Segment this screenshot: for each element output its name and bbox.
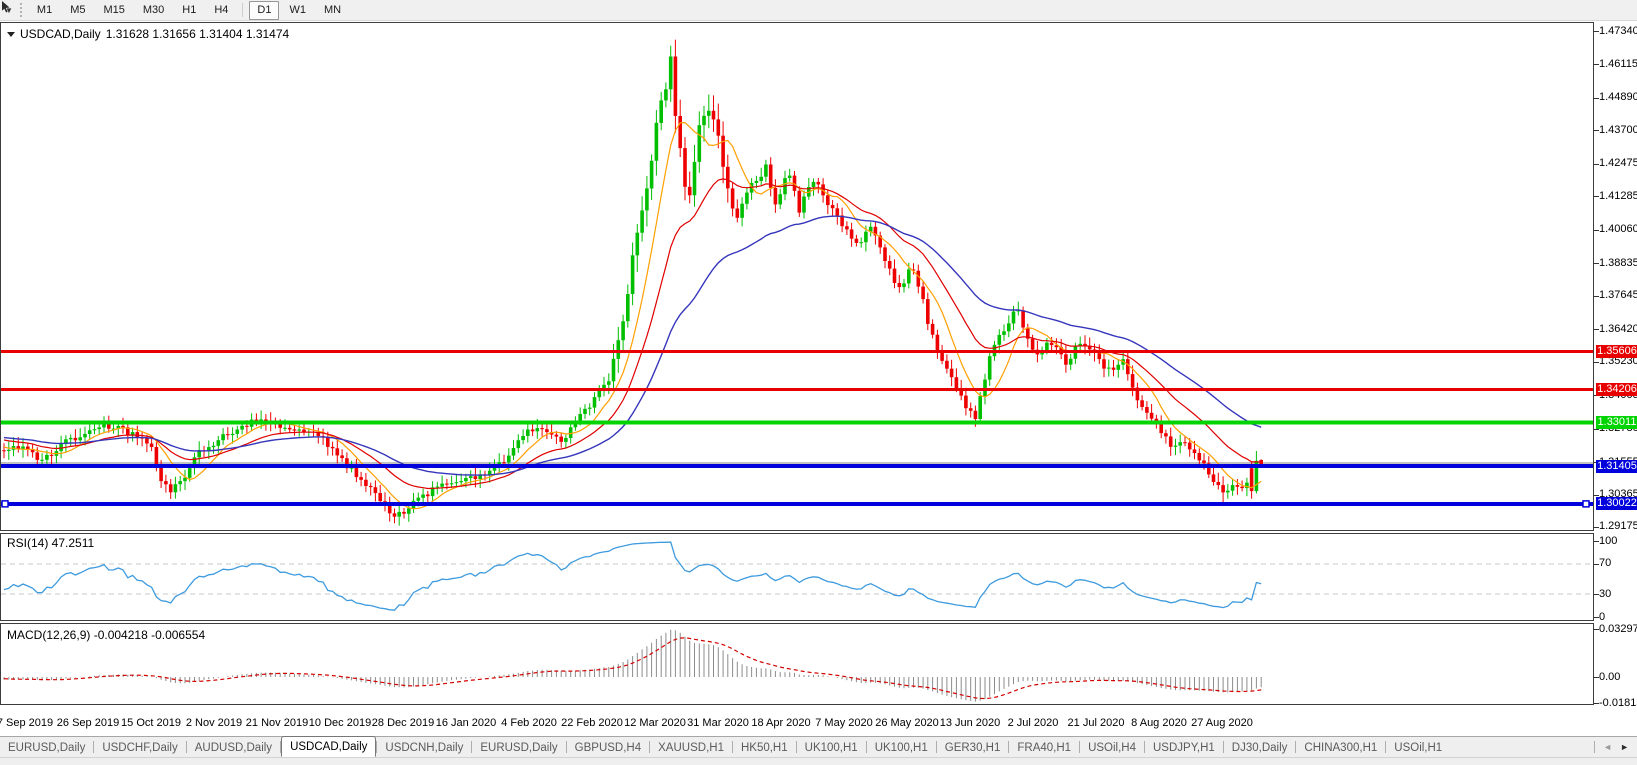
chart-tab-EURUSD-Daily[interactable]: EURUSD,Daily [472, 739, 565, 757]
chart-tab-USDCNH-Daily[interactable]: USDCNH,Daily [377, 739, 471, 757]
date-axis-label: 27 Aug 2020 [1191, 717, 1253, 729]
chart-tab-EURUSD-Daily[interactable]: EURUSD,Daily [0, 739, 93, 757]
mt4-chart-window: ▼ M1 M5 M15 M30 H1 H4 D1 W1 MN USDCAD,Daily 1.31… [0, 0, 1637, 765]
macd-axis-label: -0.018154 [1599, 696, 1637, 709]
chart-tab-GBPUSD-H4[interactable]: GBPUSD,H4 [567, 739, 649, 757]
date-axis-label: 2 Jul 2020 [1007, 717, 1059, 729]
rsi-axis-label: 30 [1599, 587, 1612, 600]
price-axis-label: 1.38835 [1599, 256, 1637, 269]
date-axis-label: 8 Aug 2020 [1131, 717, 1187, 729]
hline-price-label: 1.31405 [1596, 459, 1637, 473]
date-axis-label: 13 Jun 2020 [939, 717, 1001, 729]
date-axis-label: 10 Dec 2019 [308, 717, 372, 729]
chart-tab-DJ30-Daily[interactable]: DJ30,Daily [1224, 739, 1296, 757]
hline-price-label: 1.35606 [1596, 344, 1637, 358]
chart-tab-UK100-H1[interactable]: UK100,H1 [867, 739, 936, 757]
price-axis-label: 1.40060 [1599, 223, 1637, 236]
rsi-axis-label: 70 [1599, 557, 1612, 570]
rsi-indicator-label: RSI(14) 47.2511 [7, 536, 95, 550]
date-axis-label: 15 Oct 2019 [121, 717, 181, 729]
date-axis-label: 7 May 2020 [815, 717, 873, 729]
chart-symbol-label: USDCAD,Daily [20, 27, 101, 41]
date-axis-label: 21 Nov 2019 [245, 717, 309, 729]
date-axis-label: 16 Jan 2020 [435, 717, 497, 729]
chart-canvas[interactable] [0, 0, 1637, 736]
chart-tab-HK50-H1[interactable]: HK50,H1 [733, 739, 796, 757]
date-axis-label: 4 Feb 2020 [501, 717, 557, 729]
rsi-axis-label: 0 [1599, 610, 1606, 623]
date-axis-label: 28 Dec 2019 [371, 717, 435, 729]
chart-tab-USOil-H4[interactable]: USOil,H4 [1080, 739, 1144, 757]
price-axis-label: 1.29175 [1599, 520, 1637, 533]
price-axis-label: 1.43700 [1599, 123, 1637, 136]
price-axis-label: 1.47340 [1599, 24, 1637, 37]
date-axis-label: 12 Mar 2020 [624, 717, 686, 729]
chart-ohlc-values: 1.31628 1.31656 1.31404 1.31474 [105, 27, 290, 41]
chart-tab-GER30-H1[interactable]: GER30,H1 [937, 739, 1009, 757]
symbol-dropdown-icon[interactable] [7, 31, 15, 37]
chart-tab-USDCHF-Daily[interactable]: USDCHF,Daily [94, 739, 185, 757]
chart-tab-CHINA300-H1[interactable]: CHINA300,H1 [1296, 739, 1385, 757]
macd-axis-label: 0.00 [1599, 670, 1621, 683]
date-axis-label: 7 Sep 2019 [0, 717, 54, 729]
price-axis-label: 1.44890 [1599, 91, 1637, 104]
price-axis-label: 1.46115 [1599, 57, 1637, 70]
macd-indicator-label: MACD(12,26,9) -0.004218 -0.006554 [7, 628, 206, 642]
tab-scroll-right-icon[interactable]: ► [1620, 742, 1629, 752]
tab-separator [1594, 741, 1596, 753]
date-axis-label: 22 Feb 2020 [561, 717, 623, 729]
price-axis-label: 1.42475 [1599, 157, 1637, 170]
chart-tab-USDCAD-Daily[interactable]: USDCAD,Daily [281, 736, 377, 757]
date-axis-label: 31 Mar 2020 [687, 717, 749, 729]
date-axis-label: 26 Sep 2019 [56, 717, 120, 729]
date-axis-label: 18 Apr 2020 [751, 717, 811, 729]
price-axis-label: 1.41285 [1599, 189, 1637, 202]
chart-tab-bar: EURUSD,Daily USDCHF,Daily AUDUSD,Daily USDC… [0, 736, 1637, 757]
chart-tab-FRA40-H1[interactable]: FRA40,H1 [1009, 739, 1079, 757]
date-axis-label: 2 Nov 2019 [185, 717, 243, 729]
date-axis-label: 26 May 2020 [875, 717, 939, 729]
chart-tab-USOil-H1[interactable]: USOil,H1 [1386, 739, 1450, 757]
macd-axis-label: 0.032972 [1599, 622, 1637, 635]
price-axis-label: 1.36420 [1599, 322, 1637, 335]
chart-tab-UK100-H1[interactable]: UK100,H1 [797, 739, 866, 757]
chart-title: USDCAD,Daily 1.31628 1.31656 1.31404 1.3… [7, 27, 289, 41]
hline-price-label: 1.30022 [1596, 497, 1637, 511]
chart-tab-XAUUSD-H1[interactable]: XAUUSD,H1 [650, 739, 732, 757]
chart-tab-AUDUSD-Daily[interactable]: AUDUSD,Daily [187, 739, 280, 757]
status-bar [0, 757, 1637, 765]
hline-price-label: 1.33011 [1596, 415, 1637, 429]
hline-price-label: 1.34206 [1596, 383, 1637, 397]
date-axis-label: 21 Jul 2020 [1067, 717, 1125, 729]
rsi-axis-label: 100 [1599, 534, 1618, 547]
tab-scroll-left-icon[interactable]: ◄ [1603, 742, 1612, 752]
chart-tab-USDJPY-H1[interactable]: USDJPY,H1 [1145, 739, 1223, 757]
price-axis-label: 1.37645 [1599, 289, 1637, 302]
